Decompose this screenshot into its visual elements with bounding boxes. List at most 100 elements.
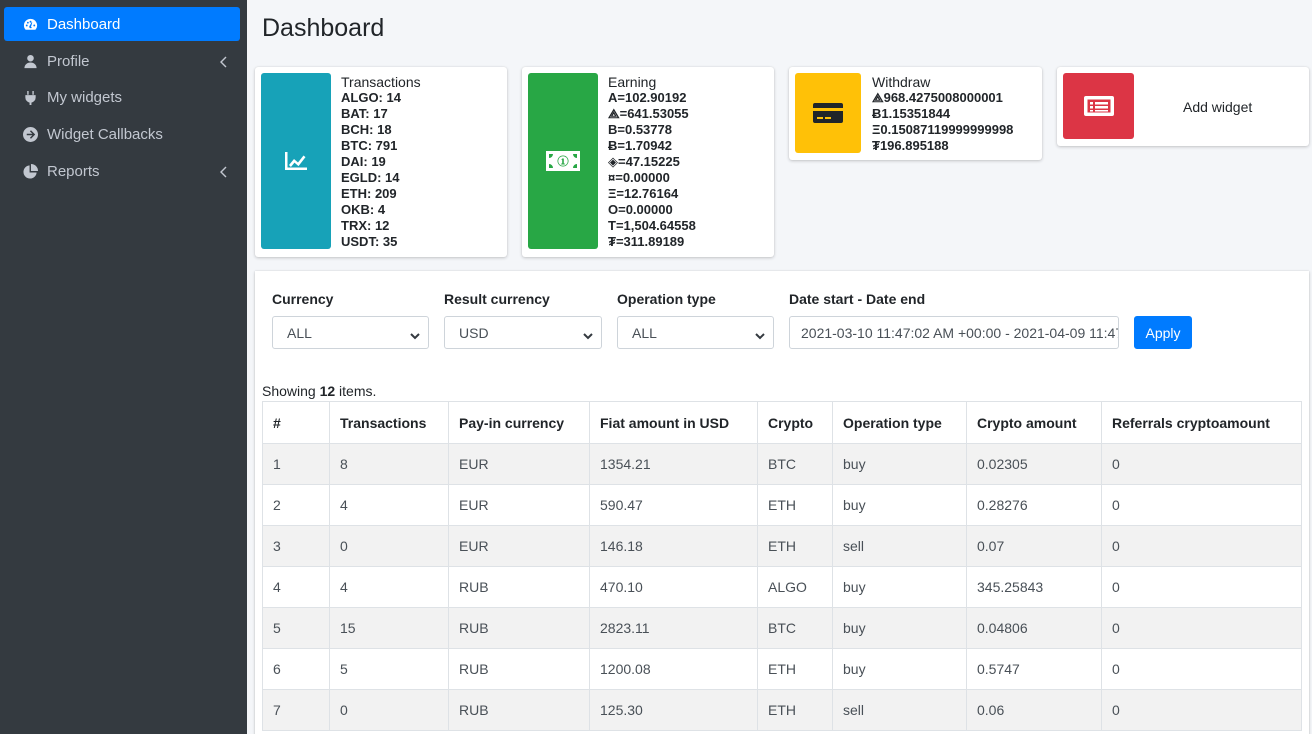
- column-header[interactable]: Fiat amount in USD: [589, 401, 758, 444]
- table-cell: 0: [1101, 689, 1302, 731]
- operation-type-select-value: ALL: [632, 324, 657, 341]
- table-cell: ETH: [757, 689, 833, 731]
- chevron-down-icon: [583, 328, 593, 340]
- transactions-line: BCH: 18: [341, 122, 392, 137]
- column-header[interactable]: Referrals cryptoamount: [1101, 401, 1302, 444]
- earning-line: ◈=47.15225: [608, 154, 680, 169]
- transactions-line: BAT: 17: [341, 106, 388, 121]
- sidebar-item-dashboard[interactable]: Dashboard: [4, 7, 240, 41]
- table-cell: 0.02305: [966, 443, 1102, 485]
- column-header[interactable]: Transactions: [329, 401, 449, 444]
- result-currency-select-value: USD: [459, 324, 489, 341]
- table-cell: 0: [1101, 648, 1302, 690]
- table-cell: 146.18: [589, 525, 758, 567]
- table-header-row: # Transactions Pay-in currency Fiat amou…: [262, 401, 1302, 444]
- add-widget-label: Add widget: [1183, 99, 1253, 115]
- currency-select[interactable]: ALL: [272, 316, 429, 349]
- transactions-line: EGLD: 14: [341, 170, 400, 185]
- column-header[interactable]: Pay-in currency: [448, 401, 590, 444]
- column-header[interactable]: Operation type: [832, 401, 967, 444]
- table-cell: RUB: [448, 689, 590, 731]
- money-bill-icon: [528, 73, 598, 249]
- table-cell: 0.28276: [966, 484, 1102, 526]
- table-cell: 0.5747: [966, 648, 1102, 690]
- table-cell: 2: [262, 484, 330, 526]
- table-cell: EUR: [448, 484, 590, 526]
- widget-title: Withdraw: [872, 74, 931, 90]
- table-cell: 0: [1101, 607, 1302, 649]
- currency-label: Currency: [272, 291, 334, 307]
- table-cell: EUR: [448, 443, 590, 485]
- table-cell: 590.47: [589, 484, 758, 526]
- transactions-line: DAI: 19: [341, 154, 386, 169]
- operation-type-label: Operation type: [617, 291, 716, 307]
- table-row: 1 8 EUR 1354.21 BTC buy 0.02305 0: [262, 443, 1302, 485]
- table-cell: ALGO: [757, 566, 833, 608]
- earning-line: O=0.00000: [608, 202, 673, 217]
- table-cell: ETH: [757, 648, 833, 690]
- table-cell: 0: [1101, 484, 1302, 526]
- table-cell: 5: [262, 607, 330, 649]
- table-row: 3 0 EUR 146.18 ETH sell 0.07 0: [262, 525, 1302, 567]
- widget-title: Transactions: [341, 74, 421, 90]
- operation-type-select[interactable]: ALL: [617, 316, 774, 349]
- table-cell: ETH: [757, 525, 833, 567]
- sidebar-item-my-widgets[interactable]: My widgets: [4, 80, 240, 114]
- table-cell: RUB: [448, 566, 590, 608]
- table-row: 5 15 RUB 2823.11 BTC buy 0.04806 0: [262, 607, 1302, 649]
- chevron-left-icon: [219, 55, 227, 68]
- report-table: # Transactions Pay-in currency Fiat amou…: [262, 401, 1302, 731]
- add-widget-card[interactable]: Add widget: [1057, 67, 1309, 146]
- withdraw-widget: Withdraw ⟁968.4275008000001 Ƀ1.15351844 …: [789, 67, 1042, 160]
- table-cell: 0: [329, 525, 449, 567]
- withdraw-line: Ξ0.15087119999999998: [872, 122, 1014, 137]
- sidebar-item-label: Profile: [47, 52, 90, 70]
- date-range-input[interactable]: 2021-03-10 11:47:02 AM +00:00 - 2021-04-…: [789, 316, 1119, 349]
- column-header[interactable]: #: [262, 401, 330, 444]
- table-cell: buy: [832, 484, 967, 526]
- result-currency-select[interactable]: USD: [444, 316, 602, 349]
- table-cell: 7: [262, 689, 330, 731]
- sidebar-item-label: Widget Callbacks: [47, 125, 163, 143]
- withdraw-line: Ƀ1.15351844: [872, 106, 951, 121]
- column-header[interactable]: Crypto amount: [966, 401, 1102, 444]
- summary-suffix: items.: [335, 383, 377, 399]
- result-currency-label: Result currency: [444, 291, 550, 307]
- transactions-line: OKB: 4: [341, 202, 386, 217]
- earning-line: Ƀ=1.70942: [608, 138, 672, 153]
- earning-line: ⟁=641.53055: [608, 106, 689, 121]
- sidebar-item-reports[interactable]: Reports: [4, 154, 240, 188]
- earning-line: Ξ=12.76164: [608, 186, 679, 201]
- table-cell: 1354.21: [589, 443, 758, 485]
- earning-line: T=1,504.64558: [608, 218, 696, 233]
- chevron-left-icon: [219, 165, 227, 178]
- table-cell: BTC: [757, 607, 833, 649]
- column-header[interactable]: Crypto: [757, 401, 833, 444]
- sidebar-item-label: Dashboard: [47, 15, 121, 33]
- table-cell: EUR: [448, 525, 590, 567]
- chevron-down-icon: [410, 328, 420, 340]
- chevron-down-icon: [755, 328, 765, 340]
- pie-chart-icon: [21, 162, 39, 180]
- items-summary: Showing 12 items.: [262, 383, 376, 399]
- apply-button[interactable]: Apply: [1134, 316, 1192, 349]
- table-row: 4 4 RUB 470.10 ALGO buy 345.25843 0: [262, 566, 1302, 608]
- table-cell: buy: [832, 443, 967, 485]
- sidebar-item-profile[interactable]: Profile: [4, 44, 240, 78]
- earning-line: ₮=311.89189: [608, 234, 685, 249]
- list-alt-icon: [1063, 73, 1134, 139]
- sidebar-item-widget-callbacks[interactable]: Widget Callbacks: [4, 117, 240, 151]
- table-cell: 3: [262, 525, 330, 567]
- sidebar-item-label: My widgets: [47, 88, 123, 106]
- table-cell: ETH: [757, 484, 833, 526]
- tachometer-icon: [21, 15, 39, 33]
- withdraw-line: ₮196.895188: [872, 138, 949, 153]
- transactions-line: ALGO: 14: [341, 90, 401, 105]
- table-cell: 6: [262, 648, 330, 690]
- table-cell: 0: [1101, 566, 1302, 608]
- table-row: 2 4 EUR 590.47 ETH buy 0.28276 0: [262, 484, 1302, 526]
- chart-line-icon: [261, 73, 331, 249]
- earning-line: ¤=0.00000: [608, 170, 670, 185]
- withdraw-line: ⟁968.4275008000001: [872, 90, 1003, 105]
- table-cell: sell: [832, 525, 967, 567]
